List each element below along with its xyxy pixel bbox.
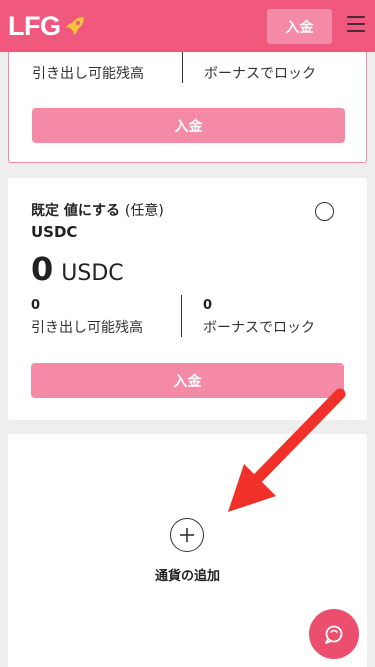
chat-support-icon [325, 625, 343, 644]
bonus-amount: 0 [203, 298, 213, 313]
balance-unit: USDC [61, 261, 124, 286]
deposit-button[interactable]: 入金 [32, 108, 345, 143]
wallet-card-usdc: 既定 値にする (任意) USDC 0 USDC 0 引き出し可能残高 0 ボー… [8, 178, 367, 420]
bonus-label: ボーナスでロック [203, 320, 315, 336]
header-deposit-button[interactable]: 入金 [267, 9, 332, 44]
hamburger-menu-icon[interactable] [347, 16, 365, 36]
withdrawable-label: 引き出し可能残高 [31, 320, 143, 336]
withdrawable-label: 引き出し可能残高 [32, 66, 144, 82]
bonus-label: ボーナスでロック [204, 66, 316, 82]
default-radio-button[interactable] [315, 202, 334, 221]
stat-divider [182, 51, 183, 83]
app-header: LFG 入金 [0, 0, 375, 52]
balance: 0 USDC [31, 250, 124, 288]
set-default-label: 既定 値にする [31, 203, 121, 219]
currency-name: USDC [31, 223, 78, 241]
logo[interactable]: LFG [8, 9, 87, 43]
balance-amount: 0 [31, 250, 54, 288]
add-currency-label[interactable]: 通貨の追加 [8, 565, 367, 584]
chat-support-button[interactable] [309, 609, 359, 659]
plus-icon[interactable] [170, 518, 204, 552]
annotation-arrow-icon [228, 388, 346, 512]
set-default-title: 既定 値にする (任意) [31, 200, 164, 220]
optional-label: (任意) [124, 203, 164, 219]
rocket-icon [65, 17, 84, 35]
logo-text: LFG [8, 10, 61, 41]
withdrawable-amount: 0 [31, 298, 41, 313]
stat-divider [181, 295, 182, 337]
